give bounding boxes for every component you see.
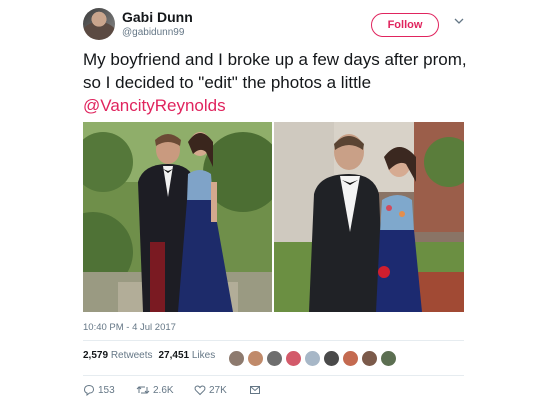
follow-button[interactable]: Follow [371,13,439,37]
engagement-stats: 2,579 Retweets 27,451 Likes [83,350,215,361]
likes-count: 27,451 [158,350,190,361]
user-name[interactable]: Gabi Dunn [122,9,193,25]
tweet-card: Gabi Dunn @gabidunn99 Follow My boyfrien… [0,0,547,410]
tweet-timestamp[interactable]: 10:40 PM - 4 Jul 2017 [83,322,176,333]
likes-label: Likes [191,350,216,361]
message-icon [250,386,260,394]
divider [83,340,464,341]
liker-avatar[interactable] [247,350,264,367]
liker-avatar[interactable] [361,350,378,367]
photo-original[interactable] [83,122,272,312]
tweet-text: My boyfriend and I broke up a few days a… [83,48,473,117]
divider [83,375,464,376]
avatar[interactable] [83,8,115,40]
photo-edited[interactable] [274,122,464,312]
direct-message-button[interactable] [249,384,261,398]
chevron-down-icon[interactable] [454,16,464,26]
liker-avatar[interactable] [380,350,397,367]
retweets-count: 2,579 [83,350,109,361]
retweets-label: Retweets [110,350,153,361]
liker-avatar[interactable] [304,350,321,367]
liker-avatar[interactable] [228,350,245,367]
like-count: 27K [209,384,227,396]
reply-icon [83,384,95,397]
retweet-button[interactable]: 2.6K [136,384,174,398]
user-handle[interactable]: @gabidunn99 [122,27,184,38]
tweet-body: My boyfriend and I broke up a few days a… [83,50,467,92]
mention-link[interactable]: @VancityReynolds [83,96,226,115]
liker-avatar[interactable] [323,350,340,367]
liker-avatar[interactable] [342,350,359,367]
liker-avatar[interactable] [266,350,283,367]
liker-avatar[interactable] [285,350,302,367]
retweet-count: 2.6K [153,384,174,396]
likes-stat[interactable]: 27,451 Likes [159,350,216,361]
retweet-icon [136,386,150,394]
retweets-stat[interactable]: 2,579 Retweets [83,350,153,361]
like-button[interactable]: 27K [194,384,227,398]
heart-icon [194,385,206,396]
reply-button[interactable]: 153 [83,384,115,398]
reply-count: 153 [98,384,115,396]
